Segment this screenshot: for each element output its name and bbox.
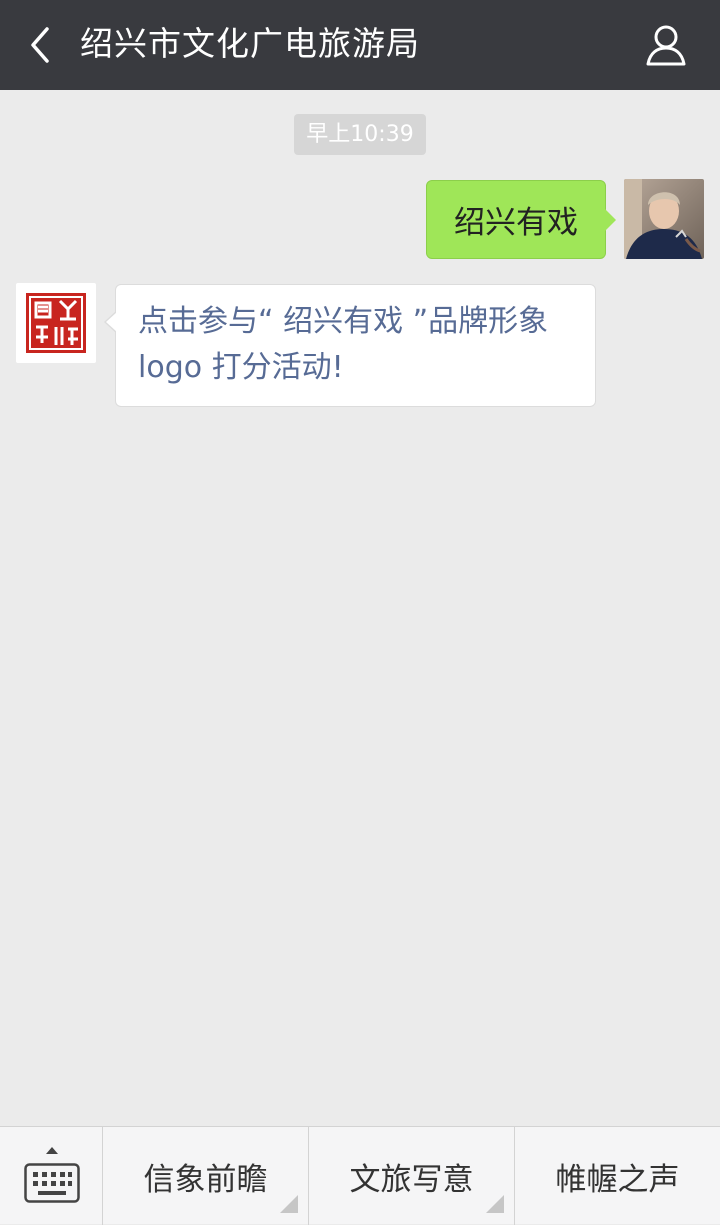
menu-item-xinxiang[interactable]: 信象前瞻 [103, 1127, 309, 1225]
keyboard-icon [24, 1163, 80, 1203]
keyboard-toggle-button[interactable] [0, 1127, 103, 1225]
outgoing-message-bubble[interactable]: 绍兴有戏 [426, 180, 616, 259]
caret-up-icon [46, 1147, 58, 1154]
official-account-avatar[interactable] [16, 283, 96, 363]
outgoing-message-text: 绍兴有戏 [454, 205, 578, 241]
page-title: 绍兴市文化广电旅游局 [80, 24, 420, 63]
user-avatar[interactable] [624, 179, 704, 259]
timestamp-badge: 早上10:39 [294, 114, 426, 155]
back-button[interactable] [14, 19, 66, 71]
profile-button[interactable] [640, 19, 692, 71]
menu-item-label: 帷幄之声 [555, 1161, 680, 1198]
submenu-indicator-icon [486, 1195, 504, 1213]
menu-item-label: 信象前瞻 [143, 1161, 268, 1198]
menu-item-weiwo[interactable]: 帷幄之声 [515, 1127, 720, 1225]
red-seal-logo-icon [26, 293, 86, 353]
incoming-message-line: 点击参与“ 绍兴有戏 ”品牌形象 [138, 304, 549, 339]
bottom-menu-bar: 信象前瞻 文旅写意 帷幄之声 [0, 1126, 720, 1225]
incoming-message-line: logo 打分活动! [138, 350, 344, 385]
top-bar: 绍兴市文化广电旅游局 [0, 0, 720, 90]
submenu-indicator-icon [280, 1195, 298, 1213]
menu-item-label: 文旅写意 [349, 1161, 474, 1198]
menu-item-wenlv[interactable]: 文旅写意 [309, 1127, 515, 1225]
incoming-message-bubble[interactable]: 点击参与“ 绍兴有戏 ”品牌形象 logo 打分活动! [104, 284, 596, 407]
chevron-left-icon [31, 27, 49, 63]
chat-area[interactable]: 早上10:39 绍兴有戏 点击参与“ 绍兴有戏 ”品牌形象 logo 打分活动! [0, 90, 720, 1126]
user-photo [624, 179, 704, 259]
person-icon [646, 25, 686, 66]
